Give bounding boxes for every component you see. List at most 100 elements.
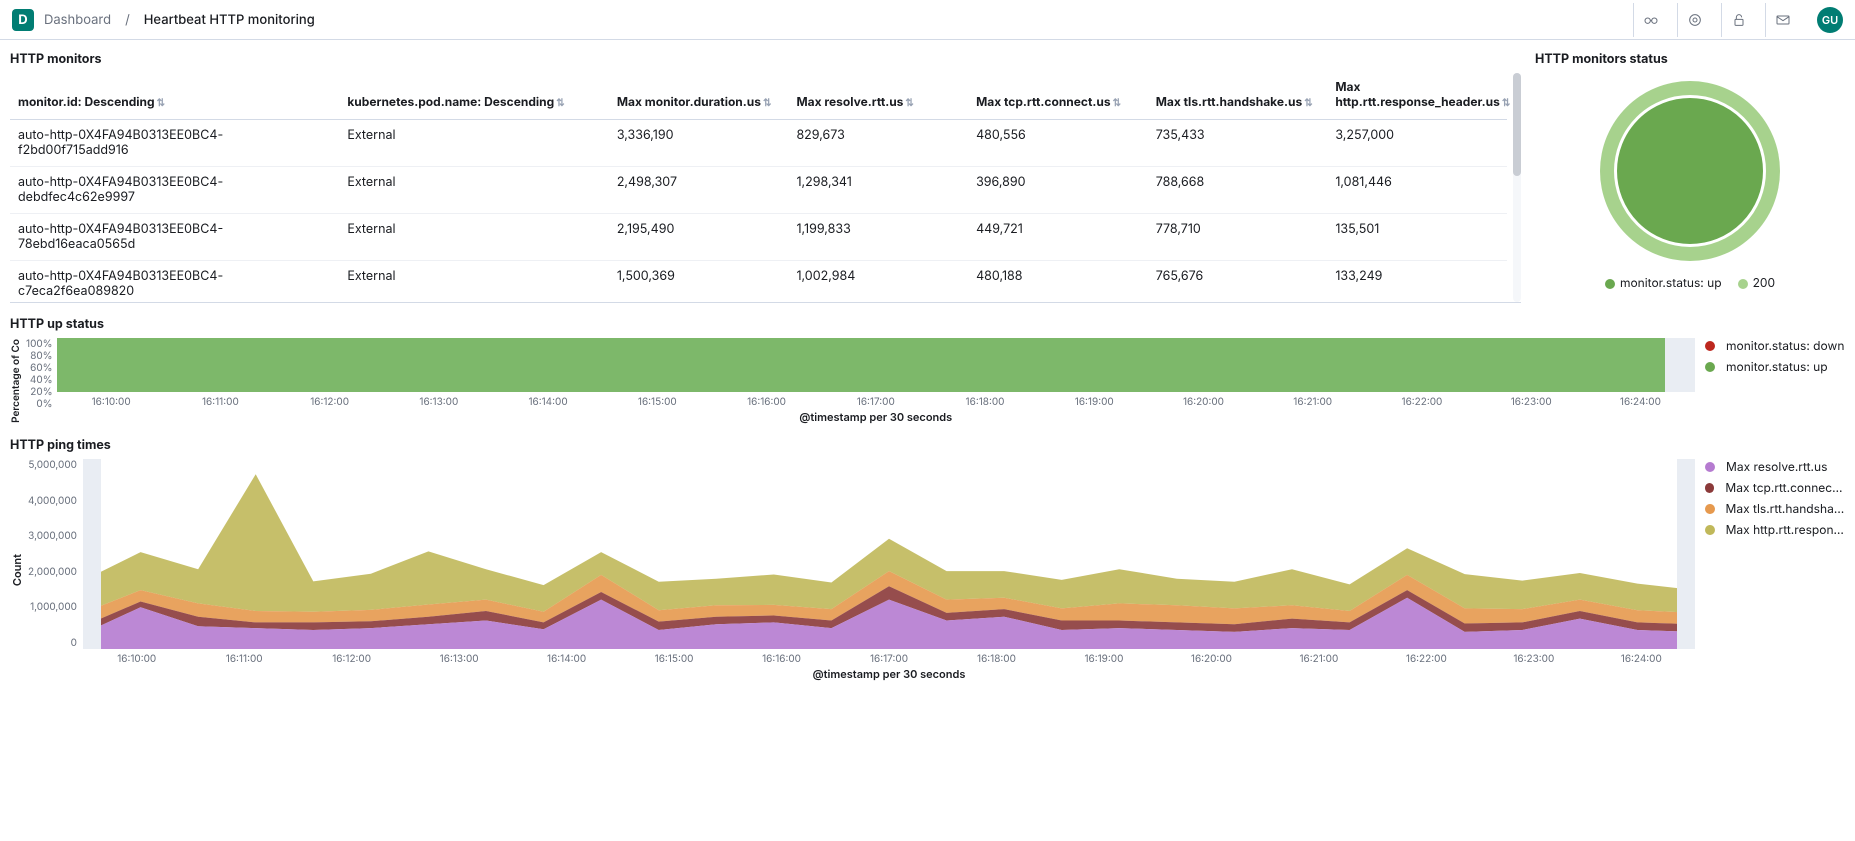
- cell-dur: 3,336,190: [609, 120, 789, 167]
- cell-id: auto-http-0X4FA94B0313EE0BC4-debdfec4c62…: [10, 167, 339, 214]
- cell-pod: External: [339, 167, 608, 214]
- top-bar: D Dashboard / Heartbeat HTTP monitoring …: [0, 0, 1855, 40]
- ping-y-label: Count: [10, 554, 24, 586]
- sort-icon: ⇅: [556, 97, 564, 109]
- col-duration[interactable]: Max monitor.duration.us⇅: [609, 73, 789, 120]
- y-tick: 3,000,000: [28, 530, 77, 542]
- x-tick: 16:10:00: [83, 653, 190, 665]
- y-tick: 40%: [26, 374, 53, 386]
- y-tick: 1,000,000: [28, 601, 77, 613]
- cell-http: 3,257,000: [1327, 120, 1507, 167]
- col-tcp[interactable]: Max tcp.rtt.connect.us⇅: [968, 73, 1148, 120]
- legend-item[interactable]: Max resolve.rtt.us: [1705, 459, 1845, 474]
- cell-dur: 2,498,307: [609, 167, 789, 214]
- cell-id: auto-http-0X4FA94B0313EE0BC4-78ebd16eaca…: [10, 214, 339, 261]
- cell-tcp: 449,721: [968, 214, 1148, 261]
- x-tick: 16:21:00: [1258, 396, 1367, 408]
- legend-item[interactable]: Max tcp.rtt.connect.us: [1705, 480, 1845, 495]
- cell-tls: 765,676: [1148, 261, 1328, 304]
- x-tick: 16:19:00: [1050, 653, 1157, 665]
- ping-x-title: @timestamp per 30 seconds: [83, 667, 1695, 681]
- cell-dur: 1,500,369: [609, 261, 789, 304]
- cell-resolve: 1,199,833: [788, 214, 968, 261]
- cell-id: auto-http-0X4FA94B0313EE0BC4-f2bd00f715a…: [10, 120, 339, 167]
- x-tick: 16:12:00: [298, 653, 405, 665]
- http-up-title: HTTP up status: [10, 317, 1845, 332]
- table-row[interactable]: auto-http-0X4FA94B0313EE0BC4-78ebd16eaca…: [10, 214, 1507, 261]
- col-resolve[interactable]: Max resolve.rtt.us⇅: [788, 73, 968, 120]
- sort-icon: ⇅: [1304, 97, 1312, 109]
- cell-dur: 2,195,490: [609, 214, 789, 261]
- legend-item[interactable]: monitor.status: up: [1705, 359, 1845, 374]
- ping-area-chart[interactable]: [83, 459, 1695, 649]
- donut-inner-ring[interactable]: [1614, 95, 1766, 247]
- legend-item[interactable]: Max http.rtt.respons...: [1705, 522, 1845, 537]
- x-tick: 16:20:00: [1149, 396, 1258, 408]
- x-tick: 16:24:00: [1588, 653, 1695, 665]
- x-tick: 16:19:00: [1040, 396, 1149, 408]
- x-tick: 16:12:00: [275, 396, 384, 408]
- app-logo[interactable]: D: [12, 9, 34, 31]
- x-tick: 16:23:00: [1480, 653, 1587, 665]
- col-http[interactable]: Max http.rtt.response_header.us⇅: [1327, 73, 1507, 120]
- up-y-label: Percentage of Co: [10, 339, 22, 423]
- scrollbar-thumb[interactable]: [1513, 73, 1521, 176]
- col-monitor-id[interactable]: monitor.id: Descending⇅: [10, 73, 339, 120]
- sort-icon: ⇅: [905, 97, 913, 109]
- breadcrumb-root[interactable]: Dashboard: [44, 12, 111, 28]
- legend-item[interactable]: monitor.status: up: [1605, 275, 1722, 290]
- sort-icon: ⇅: [763, 97, 771, 109]
- x-tick: 16:23:00: [1477, 396, 1586, 408]
- cell-resolve: 1,298,341: [788, 167, 968, 214]
- cell-tcp: 396,890: [968, 167, 1148, 214]
- x-tick: 16:20:00: [1158, 653, 1265, 665]
- y-tick: 100%: [26, 338, 53, 350]
- http-monitors-title: HTTP monitors: [10, 52, 1521, 67]
- x-tick: 16:13:00: [405, 653, 512, 665]
- lock-icon[interactable]: [1721, 3, 1755, 37]
- up-status-chart[interactable]: [57, 338, 1695, 392]
- cell-pod: External: [339, 120, 608, 167]
- sort-icon: ⇅: [157, 97, 165, 109]
- col-tls[interactable]: Max tls.rtt.handshake.us⇅: [1148, 73, 1328, 120]
- table-header-row: monitor.id: Descending⇅ kubernetes.pod.n…: [10, 73, 1507, 120]
- x-tick: 16:24:00: [1586, 396, 1695, 408]
- x-tick: 16:15:00: [603, 396, 712, 408]
- table-row[interactable]: auto-http-0X4FA94B0313EE0BC4-debdfec4c62…: [10, 167, 1507, 214]
- col-pod[interactable]: kubernetes.pod.name: Descending⇅: [339, 73, 608, 120]
- x-tick: 16:18:00: [930, 396, 1039, 408]
- legend-item[interactable]: monitor.status: down: [1705, 338, 1845, 353]
- y-tick: 0: [28, 637, 77, 649]
- cell-tcp: 480,556: [968, 120, 1148, 167]
- http-status-title: HTTP monitors status: [1535, 52, 1845, 67]
- cell-tls: 778,710: [1148, 214, 1328, 261]
- legend-item[interactable]: Max tls.rtt.handshak...: [1705, 501, 1845, 516]
- monitors-table: monitor.id: Descending⇅ kubernetes.pod.n…: [10, 73, 1521, 303]
- table-row[interactable]: auto-http-0X4FA94B0313EE0BC4-f2bd00f715a…: [10, 120, 1507, 167]
- cell-http: 135,501: [1327, 214, 1507, 261]
- x-tick: 16:14:00: [493, 396, 602, 408]
- x-tick: 16:11:00: [190, 653, 297, 665]
- legend-item[interactable]: 200: [1738, 275, 1775, 290]
- x-tick: 16:17:00: [835, 653, 942, 665]
- x-tick: 16:22:00: [1373, 653, 1480, 665]
- user-avatar[interactable]: GU: [1817, 7, 1843, 33]
- glasses-icon[interactable]: [1633, 3, 1667, 37]
- cell-tls: 735,433: [1148, 120, 1328, 167]
- cell-resolve: 1,002,984: [788, 261, 968, 304]
- breadcrumb-current: Heartbeat HTTP monitoring: [144, 12, 315, 28]
- http-ping-title: HTTP ping times: [10, 438, 1845, 453]
- y-tick: 80%: [26, 350, 53, 362]
- table-row[interactable]: auto-http-0X4FA94B0313EE0BC4-c7eca2f6ea0…: [10, 261, 1507, 304]
- x-tick: 16:22:00: [1367, 396, 1476, 408]
- x-tick: 16:14:00: [513, 653, 620, 665]
- x-tick: 16:16:00: [712, 396, 821, 408]
- target-icon[interactable]: [1677, 3, 1711, 37]
- x-tick: 16:10:00: [57, 396, 166, 408]
- cell-tcp: 480,188: [968, 261, 1148, 304]
- donut-chart: monitor.status: up 200: [1535, 73, 1845, 290]
- x-tick: 16:21:00: [1265, 653, 1372, 665]
- mail-icon[interactable]: [1765, 3, 1799, 37]
- sort-icon: ⇅: [1502, 97, 1510, 109]
- x-tick: 16:13:00: [384, 396, 493, 408]
